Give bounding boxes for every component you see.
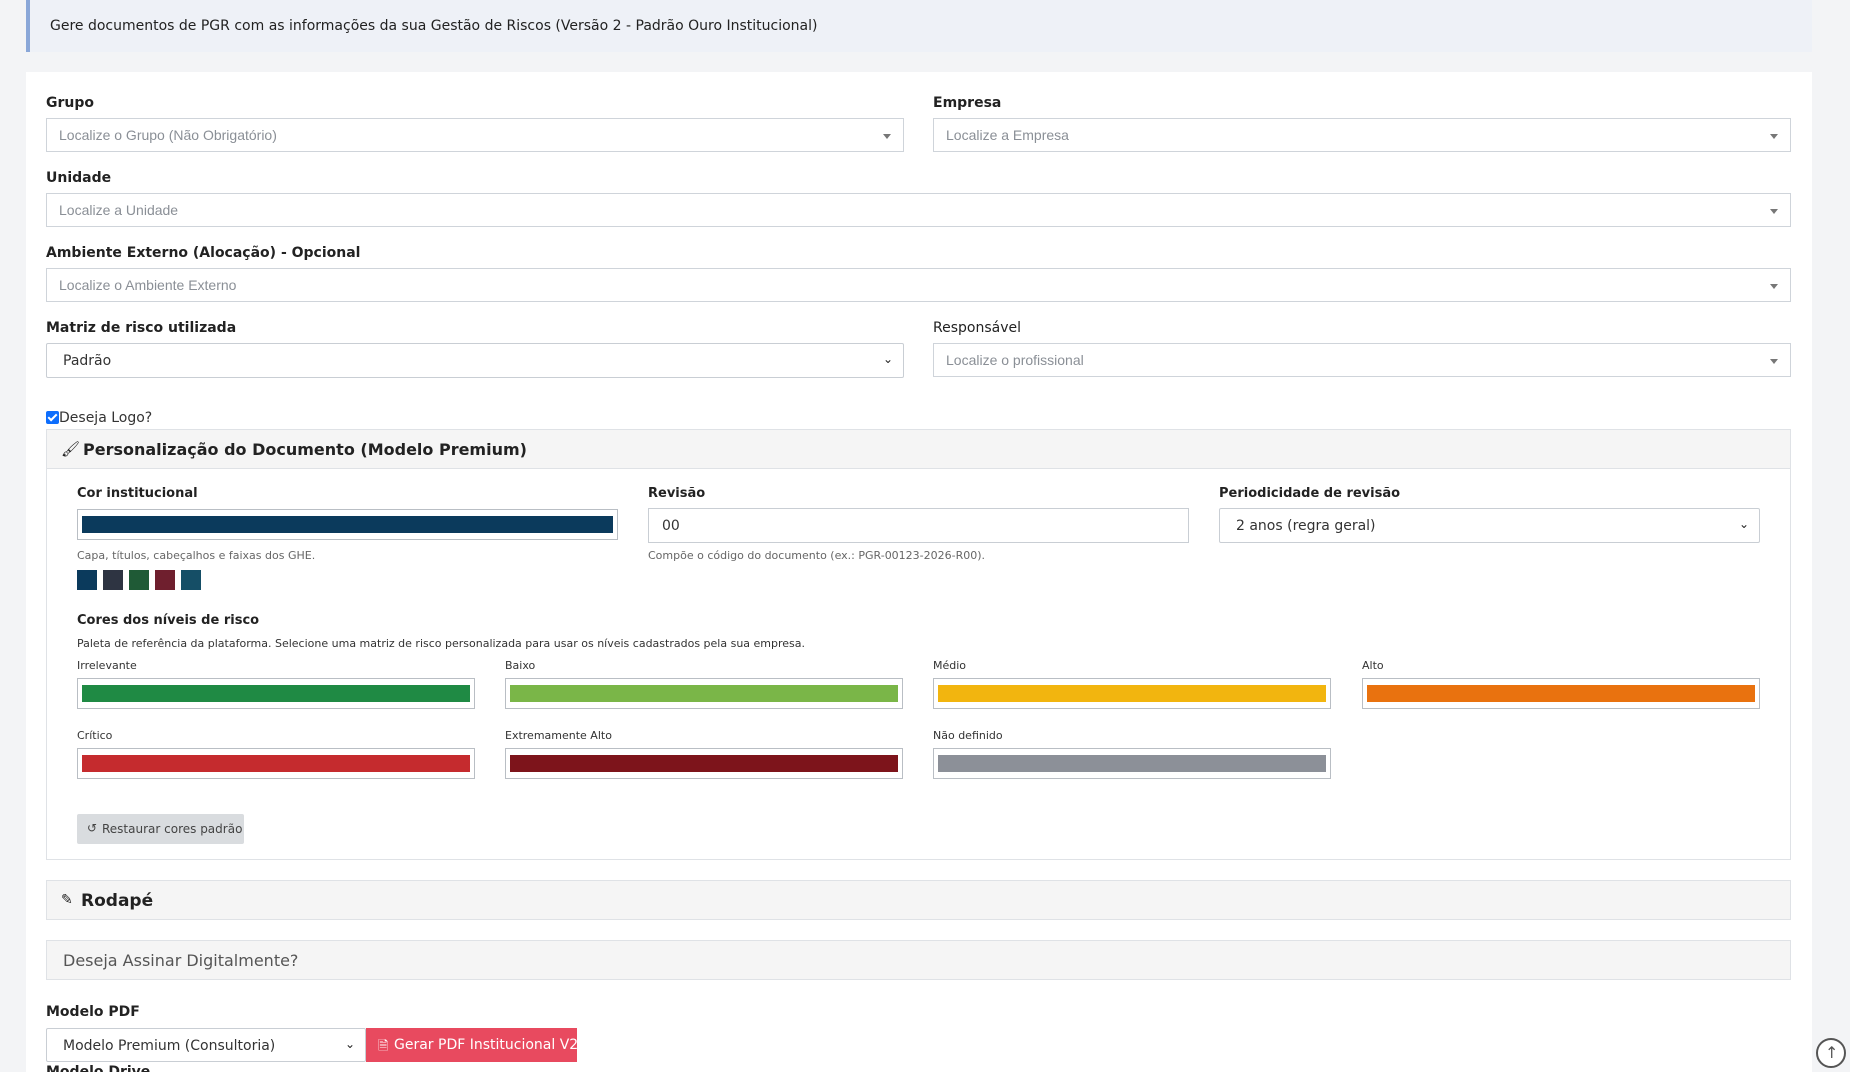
nivel-label-extremamente-alto: Extremamente Alto [505, 729, 612, 742]
nivel-color-alto[interactable] [1362, 678, 1760, 709]
niveis-help: Paleta de referência da plataforma. Sele… [77, 637, 806, 650]
info-banner: Gere documentos de PGR com as informaçõe… [26, 0, 1812, 52]
periodicidade-select[interactable]: 2 anos (regra geral) ⌄ [1219, 508, 1760, 543]
nivel-swatch [82, 685, 470, 702]
responsavel-label: Responsável [933, 320, 1021, 336]
unidade-select[interactable]: Localize a Unidade [46, 193, 1791, 227]
caret-down-icon [883, 134, 891, 139]
modelo-pdf-label: Modelo PDF [46, 1004, 140, 1020]
nivel-label-irrelevante: Irrelevante [77, 659, 137, 672]
matriz-label: Matriz de risco utilizada [46, 320, 237, 336]
matriz-value: Padrão [63, 353, 112, 369]
preset-color-swatch[interactable] [181, 570, 201, 590]
nivel-swatch [1367, 685, 1755, 702]
file-pdf-icon: 🗎 [378, 1039, 389, 1054]
logo-checkbox-label: Deseja Logo? [59, 410, 153, 426]
revisao-label: Revisão [648, 486, 706, 501]
unidade-placeholder: Localize a Unidade [59, 202, 179, 218]
periodicidade-label: Periodicidade de revisão [1219, 486, 1401, 501]
preset-color-swatch[interactable] [103, 570, 123, 590]
caret-down-icon [1770, 134, 1778, 139]
restore-colors-button[interactable]: ↺ Restaurar cores padrão [77, 814, 244, 844]
nivel-color-nao-definido[interactable] [933, 748, 1331, 779]
ambiente-label: Ambiente Externo (Alocação) - Opcional [46, 245, 361, 261]
nivel-swatch [510, 755, 898, 772]
arrow-up-icon: ↑ [1825, 1043, 1839, 1062]
nivel-swatch [938, 685, 1326, 702]
cor-institucional-swatch [82, 516, 613, 533]
nivel-color-medio[interactable] [933, 678, 1331, 709]
nivel-label-medio: Médio [933, 659, 967, 672]
nivel-color-irrelevante[interactable] [77, 678, 475, 709]
empresa-label: Empresa [933, 95, 1002, 111]
unidade-label: Unidade [46, 170, 112, 186]
modelo-drive-label: Modelo Drive [46, 1064, 151, 1072]
personalizacao-title: Personalização do Documento (Modelo Prem… [83, 440, 527, 459]
ambiente-placeholder: Localize o Ambiente Externo [59, 277, 237, 293]
nivel-swatch [510, 685, 898, 702]
nivel-label-critico: Crítico [77, 729, 113, 742]
matriz-select[interactable]: Padrão ⌄ [46, 343, 904, 378]
info-text: Gere documentos de PGR com as informaçõe… [50, 18, 818, 34]
cor-institucional-help: Capa, títulos, cabeçalhos e faixas dos G… [77, 549, 316, 562]
modelo-pdf-value: Modelo Premium (Consultoria) [63, 1038, 276, 1054]
restore-colors-label: Restaurar cores padrão [102, 822, 243, 836]
rodape-title: Rodapé [81, 891, 154, 911]
gerar-pdf-label: Gerar PDF Institucional V2 [394, 1037, 579, 1053]
chevron-down-icon: ⌄ [1738, 517, 1749, 531]
rodape-panel-header[interactable]: ✎ Rodapé [46, 880, 1791, 920]
periodicidade-value: 2 anos (regra geral) [1236, 518, 1376, 534]
chevron-down-icon: ⌄ [344, 1037, 355, 1051]
responsavel-placeholder: Localize o profissional [946, 352, 1084, 368]
niveis-title: Cores dos níveis de risco [77, 613, 260, 628]
cor-institucional-label: Cor institucional [77, 486, 198, 501]
nivel-label-alto: Alto [1362, 659, 1384, 672]
revisao-help: Compõe o código do documento (ex.: PGR-0… [648, 549, 986, 562]
preset-color-swatch[interactable] [155, 570, 175, 590]
chevron-down-icon: ⌄ [882, 352, 893, 366]
scroll-to-top-button[interactable]: ↑ [1816, 1038, 1846, 1068]
ambiente-select[interactable]: Localize o Ambiente Externo [46, 268, 1791, 302]
nivel-color-baixo[interactable] [505, 678, 903, 709]
assinatura-title: Deseja Assinar Digitalmente? [63, 951, 299, 970]
personalizacao-header[interactable]: 🖌 Personalização do Documento (Modelo Pr… [47, 430, 1790, 469]
gerar-pdf-button[interactable]: 🗎 Gerar PDF Institucional V2 [366, 1028, 579, 1062]
caret-down-icon [1770, 284, 1778, 289]
revisao-input-wrap[interactable] [648, 508, 1189, 543]
assinatura-panel-header[interactable]: Deseja Assinar Digitalmente? [46, 940, 1791, 980]
empresa-placeholder: Localize a Empresa [946, 127, 1069, 143]
caret-down-icon [1770, 359, 1778, 364]
responsavel-select[interactable]: Localize o profissional [933, 343, 1791, 377]
nivel-label-nao-definido: Não definido [933, 729, 1003, 742]
nivel-swatch [938, 755, 1326, 772]
nivel-color-critico[interactable] [77, 748, 475, 779]
nivel-color-extremamente-alto[interactable] [505, 748, 903, 779]
caret-down-icon [1770, 209, 1778, 214]
logo-checkbox[interactable] [46, 411, 59, 424]
cor-institucional-input[interactable] [77, 509, 618, 540]
empresa-select[interactable]: Localize a Empresa [933, 118, 1791, 152]
grupo-placeholder: Localize o Grupo (Não Obrigatório) [59, 127, 277, 143]
preset-color-swatch[interactable] [77, 570, 97, 590]
revisao-input[interactable] [649, 509, 1188, 542]
undo-icon: ↺ [87, 821, 98, 835]
pencil-icon: ✎ [61, 892, 73, 908]
grupo-label: Grupo [46, 95, 95, 111]
nivel-label-baixo: Baixo [505, 659, 536, 672]
preset-color-swatch[interactable] [129, 570, 149, 590]
grupo-select[interactable]: Localize o Grupo (Não Obrigatório) [46, 118, 904, 152]
nivel-swatch [82, 755, 470, 772]
brush-icon: 🖌 [61, 440, 81, 458]
modelo-pdf-select[interactable]: Modelo Premium (Consultoria) ⌄ [46, 1028, 366, 1062]
